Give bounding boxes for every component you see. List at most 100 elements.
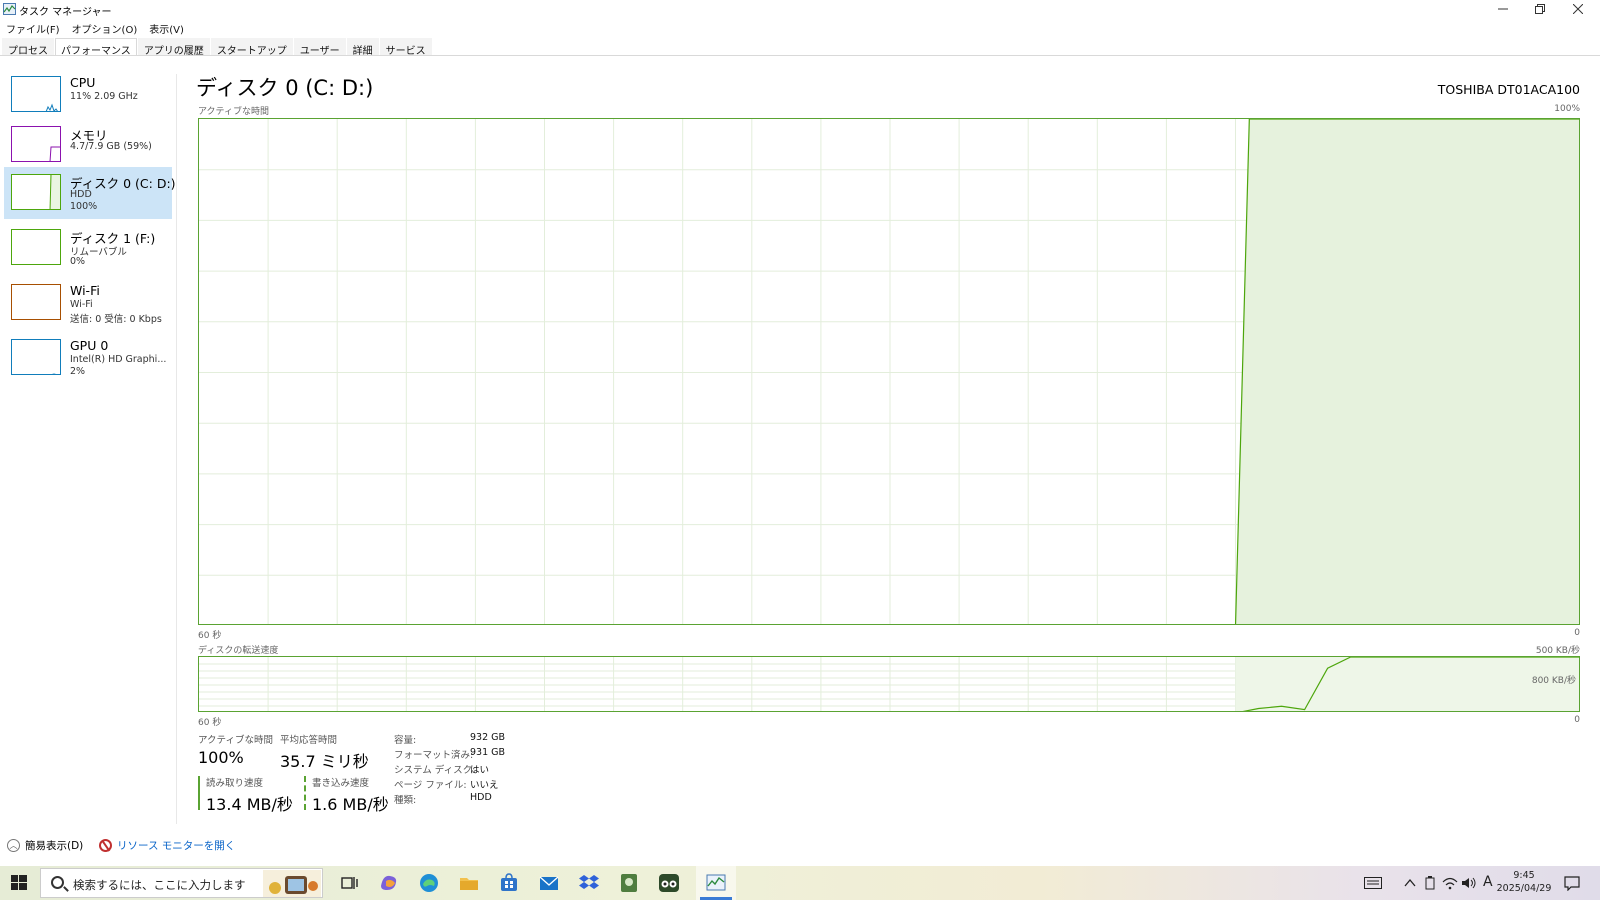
transfer-chart-label: ディスクの転送速度 bbox=[198, 646, 279, 656]
gpu-sparkline bbox=[51, 373, 60, 374]
sidebar-item-detail: 4.7/7.9 GB (59%) bbox=[70, 141, 152, 152]
sidebar-item-label: GPU 0 bbox=[70, 338, 109, 353]
wifi-mini-graph bbox=[11, 284, 61, 320]
system-disk-label: システム ディスク: bbox=[394, 765, 476, 776]
tab-startup[interactable]: スタートアップ bbox=[210, 38, 293, 57]
restore-icon bbox=[1535, 4, 1545, 14]
gpu-mini-graph bbox=[11, 339, 61, 375]
copilot-icon[interactable] bbox=[378, 872, 400, 894]
file-explorer-icon[interactable] bbox=[458, 872, 480, 894]
sidebar-item-memory[interactable]: メモリ 4.7/7.9 GB (59%) bbox=[4, 119, 172, 171]
sidebar-divider bbox=[176, 74, 177, 824]
write-speed-legend-bar bbox=[304, 776, 306, 810]
store-icon[interactable] bbox=[498, 872, 520, 894]
memory-mini-graph bbox=[11, 126, 61, 162]
disk1-mini-graph bbox=[11, 229, 61, 265]
sidebar-item-label: CPU bbox=[70, 75, 96, 90]
sidebar-item-detail: Intel(R) HD Graphi... bbox=[70, 354, 167, 365]
tab-strip: プロセス パフォーマンス アプリの履歴 スタートアップ ユーザー 詳細 サービス bbox=[2, 38, 433, 57]
transfer-chart-mid-label: 800 KB/秒 bbox=[1531, 676, 1576, 686]
tab-details[interactable]: 詳細 bbox=[346, 38, 379, 57]
search-highlight-illustration bbox=[263, 870, 321, 897]
page-file-label: ページ ファイル: bbox=[394, 780, 467, 791]
page-title: ディスク 0 (C: D:) bbox=[196, 76, 374, 100]
fewer-details-label: 簡易表示(D) bbox=[25, 840, 84, 852]
menu-options[interactable]: オプション(O) bbox=[66, 19, 144, 36]
active-time-x-left: 60 秒 bbox=[198, 631, 222, 641]
performance-sidebar: CPU 11% 2.09 GHz メモリ 4.7/7.9 GB (59%) ディ… bbox=[0, 63, 176, 823]
battery-icon[interactable] bbox=[1424, 876, 1436, 890]
active-time-chart bbox=[198, 118, 1580, 625]
sidebar-item-wifi[interactable]: Wi-Fi Wi-Fi 送信: 0 受信: 0 Kbps bbox=[4, 277, 172, 329]
type-value: HDD bbox=[470, 792, 492, 803]
read-speed-label: 読み取り速度 bbox=[206, 778, 264, 789]
transfer-x-left: 60 秒 bbox=[198, 718, 222, 728]
transfer-rate-plot bbox=[199, 657, 1579, 711]
cpu-mini-graph bbox=[11, 76, 61, 112]
tripadvisor-icon[interactable] bbox=[658, 872, 680, 894]
sidebar-item-label: Wi-Fi bbox=[70, 283, 100, 298]
sidebar-item-detail: Wi-Fi bbox=[70, 299, 93, 310]
formatted-value: 931 GB bbox=[470, 747, 506, 758]
task-manager-app-icon bbox=[3, 3, 16, 15]
ime-indicator[interactable]: A bbox=[1483, 874, 1493, 890]
tab-services[interactable]: サービス bbox=[379, 38, 432, 57]
window-title: タスク マネージャー bbox=[19, 7, 112, 18]
mail-icon[interactable] bbox=[538, 872, 560, 894]
disk-model: TOSHIBA DT01ACA100 bbox=[1437, 82, 1580, 97]
menu-view[interactable]: 表示(V) bbox=[143, 19, 190, 36]
clock-time: 9:45 bbox=[1513, 870, 1535, 881]
formatted-label: フォーマット済み: bbox=[394, 750, 474, 761]
clock-date: 2025/04/29 bbox=[1496, 883, 1552, 894]
sidebar-item-usage: 100% bbox=[70, 201, 98, 212]
sidebar-item-gpu[interactable]: GPU 0 Intel(R) HD Graphi... 2% bbox=[4, 332, 172, 384]
write-speed-label: 書き込み速度 bbox=[312, 778, 370, 789]
sidebar-item-disk-0[interactable]: ディスク 0 (C: D:) HDD 100% bbox=[4, 167, 176, 219]
tab-performance[interactable]: パフォーマンス bbox=[55, 38, 137, 57]
read-speed-value: 13.4 MB/秒 bbox=[206, 795, 293, 814]
wifi-icon[interactable] bbox=[1442, 876, 1458, 890]
clock[interactable]: 9:45 2025/04/29 bbox=[1494, 869, 1554, 895]
sidebar-item-cpu[interactable]: CPU 11% 2.09 GHz bbox=[4, 69, 172, 121]
close-button[interactable] bbox=[1555, 0, 1600, 18]
type-label: 種類: bbox=[394, 795, 417, 806]
memory-sparkline bbox=[49, 146, 60, 161]
sidebar-item-disk-1[interactable]: ディスク 1 (F:) リムーバブル 0% bbox=[4, 222, 172, 274]
fewer-details-button[interactable]: ︿ 簡易表示(D) bbox=[7, 838, 83, 853]
close-icon bbox=[1573, 4, 1583, 14]
capacity-value: 932 GB bbox=[470, 732, 506, 743]
active-time-x-right: 0 bbox=[1574, 628, 1580, 638]
sidebar-item-usage: 2% bbox=[70, 366, 86, 377]
series-active-region bbox=[1235, 657, 1579, 711]
active-time-plot bbox=[199, 119, 1579, 624]
transfer-rate-chart: 800 KB/秒 bbox=[198, 656, 1580, 712]
dropbox-icon[interactable] bbox=[578, 872, 600, 894]
capacity-label: 容量: bbox=[394, 735, 417, 746]
sidebar-item-usage: 0% bbox=[70, 256, 86, 267]
minimize-icon bbox=[1498, 8, 1508, 10]
taskbar-search-box[interactable]: 検索するには、ここに入力します bbox=[40, 868, 323, 898]
task-view-icon[interactable] bbox=[338, 872, 360, 894]
windows-start-icon[interactable] bbox=[8, 874, 30, 892]
edge-icon[interactable] bbox=[418, 872, 440, 894]
chevron-up-icon[interactable] bbox=[1404, 878, 1416, 888]
resource-monitor-label: リソース モニターを開く bbox=[117, 840, 236, 852]
task-manager-icon[interactable] bbox=[705, 872, 727, 894]
tab-users[interactable]: ユーザー bbox=[293, 38, 346, 57]
tab-divider bbox=[0, 55, 1600, 56]
title-bar: タスク マネージャー bbox=[0, 0, 1600, 18]
transfer-chart-max: 500 KB/秒 bbox=[1535, 646, 1580, 656]
sidebar-item-throughput: 送信: 0 受信: 0 Kbps bbox=[70, 314, 162, 325]
tab-app-history[interactable]: アプリの履歴 bbox=[137, 38, 210, 57]
open-resource-monitor-link[interactable]: リソース モニターを開く bbox=[99, 838, 235, 853]
menu-file[interactable]: ファイル(F) bbox=[0, 19, 66, 36]
avg-response-value: 35.7 ミリ秒 bbox=[280, 752, 369, 771]
keyboard-icon[interactable] bbox=[1364, 877, 1382, 889]
volume-icon[interactable] bbox=[1461, 876, 1477, 890]
avg-response-label: 平均応答時間 bbox=[280, 735, 338, 746]
notification-icon[interactable] bbox=[1564, 875, 1580, 891]
search-placeholder: 検索するには、ここに入力します bbox=[73, 878, 246, 892]
cpu-sparkline bbox=[45, 103, 58, 111]
app-icon[interactable] bbox=[618, 872, 640, 894]
tab-processes[interactable]: プロセス bbox=[2, 38, 54, 57]
